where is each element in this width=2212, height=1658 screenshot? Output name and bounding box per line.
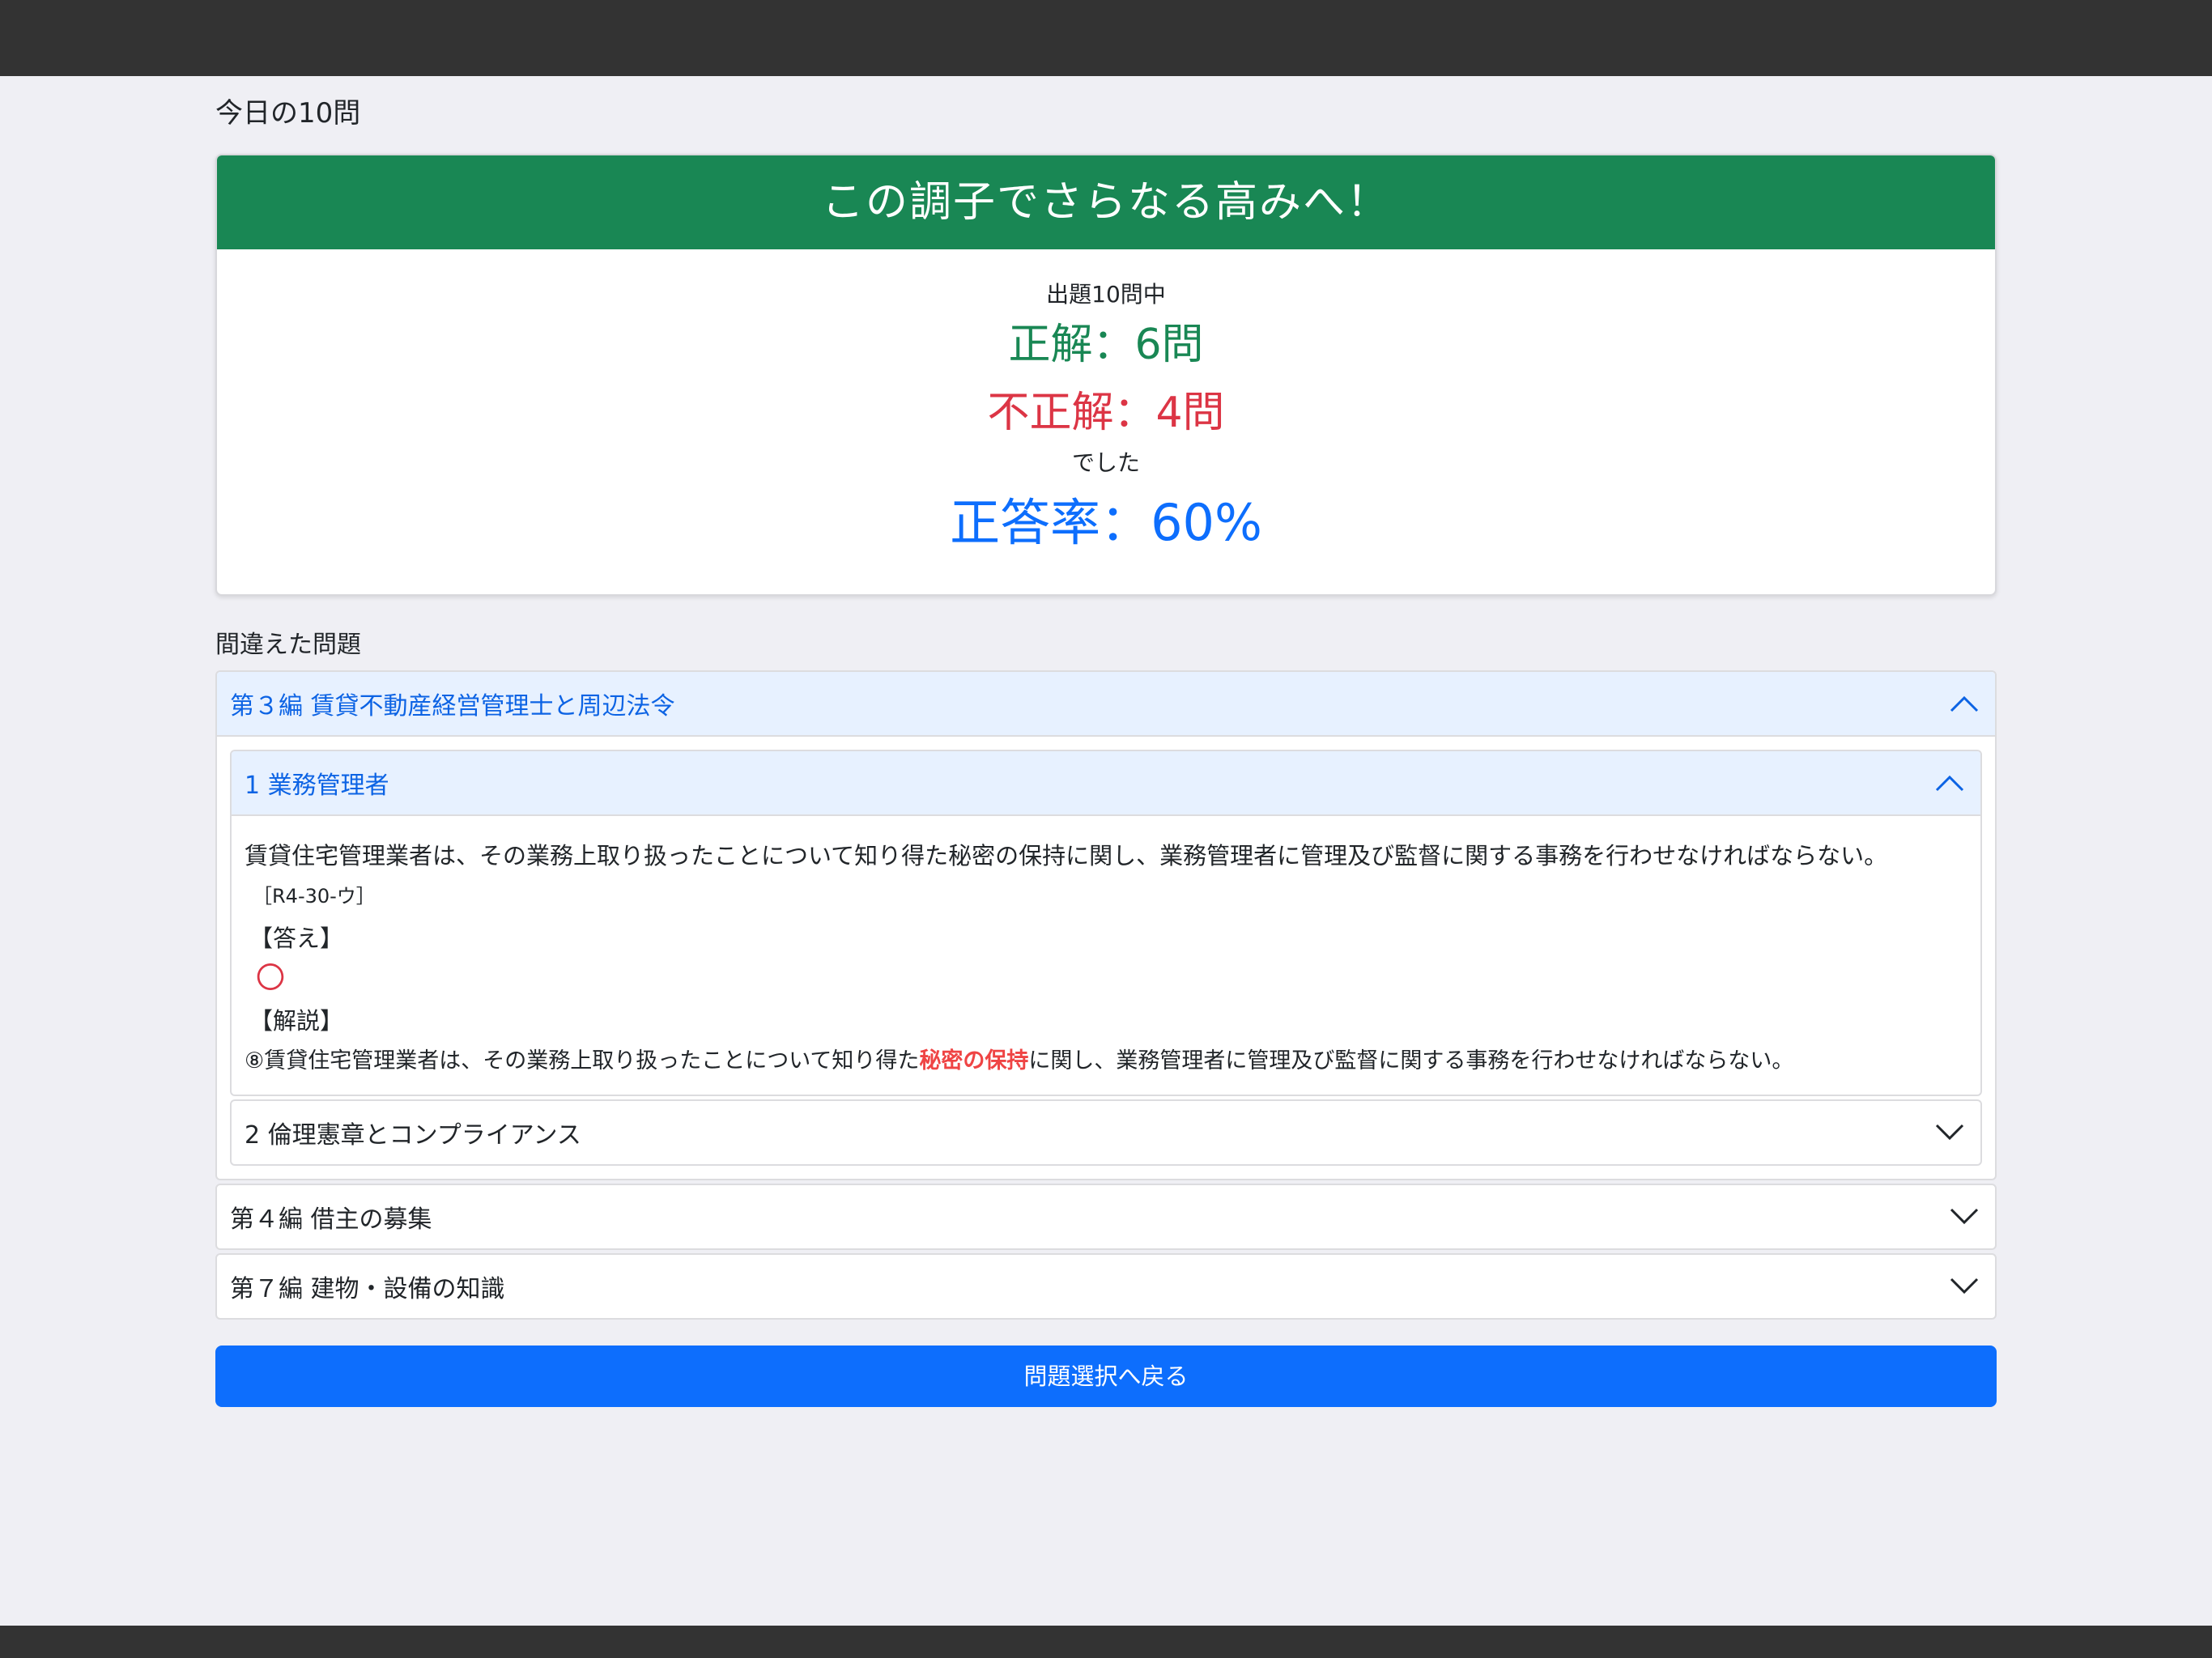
question-reference: ［R4-30-ウ］ xyxy=(253,885,376,908)
wrong-questions-accordion: 第３編 賃貸不動産経営管理士と周辺法令 1 業務管理者 賃貸住宅管理業者は、その xyxy=(215,670,1997,1320)
question-header[interactable]: 2 倫理憲章とコンプライアンス xyxy=(232,1101,1980,1164)
top-bar xyxy=(0,0,2212,76)
chapter-item: 第３編 賃貸不動産経営管理士と周辺法令 1 業務管理者 賃貸住宅管理業者は、その xyxy=(215,670,1997,1180)
chapter-item: 第７編 建物・設備の知識 xyxy=(215,1253,1997,1320)
bottom-bar xyxy=(0,1626,2212,1658)
chapter-item: 第４編 借主の募集 xyxy=(215,1184,1997,1250)
chapter-header[interactable]: 第３編 賃貸不動産経営管理士と周辺法令 xyxy=(217,672,1995,737)
question-item: 1 業務管理者 賃貸住宅管理業者は、その業務上取り扱ったことについて知り得た秘密… xyxy=(230,750,1982,1096)
main-container: 今日の10問 この調子でさらなる高みへ！ 出題10問中 正解：6問 不正解：4問… xyxy=(215,76,1997,1407)
chevron-down-icon xyxy=(1948,1270,1980,1303)
chapter-title: 第４編 借主の募集 xyxy=(230,1205,432,1234)
result-card: この調子でさらなる高みへ！ 出題10問中 正解：6問 不正解：4問 でした 正答… xyxy=(215,154,1997,596)
chapter-body: 1 業務管理者 賃貸住宅管理業者は、その業務上取り扱ったことについて知り得た秘密… xyxy=(217,737,1995,1179)
result-header: この調子でさらなる高みへ！ xyxy=(217,155,1995,249)
question-item: 2 倫理憲章とコンプライアンス xyxy=(230,1099,1982,1166)
wrong-questions-label: 間違えた問題 xyxy=(215,631,361,659)
chevron-up-icon xyxy=(1948,687,1980,720)
correct-count: 正解：6問 xyxy=(1008,321,1204,369)
answer-heading: 【答え】 xyxy=(249,925,344,952)
was-text: でした xyxy=(1071,449,1140,476)
chapter-header[interactable]: 第４編 借主の募集 xyxy=(217,1185,1995,1248)
incorrect-count: 不正解：4問 xyxy=(987,389,1225,437)
correct-rate: 正答率：60% xyxy=(950,493,1262,552)
question-header[interactable]: 1 業務管理者 xyxy=(232,751,1980,816)
chevron-up-icon xyxy=(1933,767,1966,799)
chapter-title: 第３編 賃貸不動産経営管理士と周辺法令 xyxy=(230,692,675,721)
chevron-down-icon xyxy=(1933,1116,1966,1149)
explanation-heading: 【解説】 xyxy=(249,1007,344,1035)
result-body: 出題10問中 正解：6問 不正解：4問 でした 正答率：60% xyxy=(217,249,1995,594)
out-of-text: 出題10問中 xyxy=(1046,281,1166,308)
answer-mark: 〇 xyxy=(256,962,286,995)
chapter-header[interactable]: 第７編 建物・設備の知識 xyxy=(217,1255,1995,1318)
chapter-title: 第７編 建物・設備の知識 xyxy=(230,1275,505,1303)
question-body: 賃貸住宅管理業者は、その業務上取り扱ったことについて知り得た秘密の保持に関し、業… xyxy=(232,816,1980,1095)
chevron-down-icon xyxy=(1948,1201,1980,1233)
back-to-selection-button[interactable]: 問題選択へ戻る xyxy=(215,1346,1997,1407)
page-title: 今日の10問 xyxy=(215,97,361,130)
question-title: 2 倫理憲章とコンプライアンス xyxy=(245,1121,581,1150)
explanation-before: ⑧賃貸住宅管理業者は、その業務上取り扱ったことについて知り得た xyxy=(245,1048,920,1073)
explanation-text: ⑧賃貸住宅管理業者は、その業務上取り扱ったことについて知り得た秘密の保持に関し、… xyxy=(245,1041,1967,1085)
question-title: 1 業務管理者 xyxy=(245,772,389,800)
explanation-after: に関し、業務管理者に管理及び監督に関する事務を行わせなければならない。 xyxy=(1028,1048,1794,1073)
question-text: 賃貸住宅管理業者は、その業務上取り扱ったことについて知り得た秘密の保持に関し、業… xyxy=(245,842,1888,869)
explanation-highlight: 秘密の保持 xyxy=(919,1048,1029,1073)
